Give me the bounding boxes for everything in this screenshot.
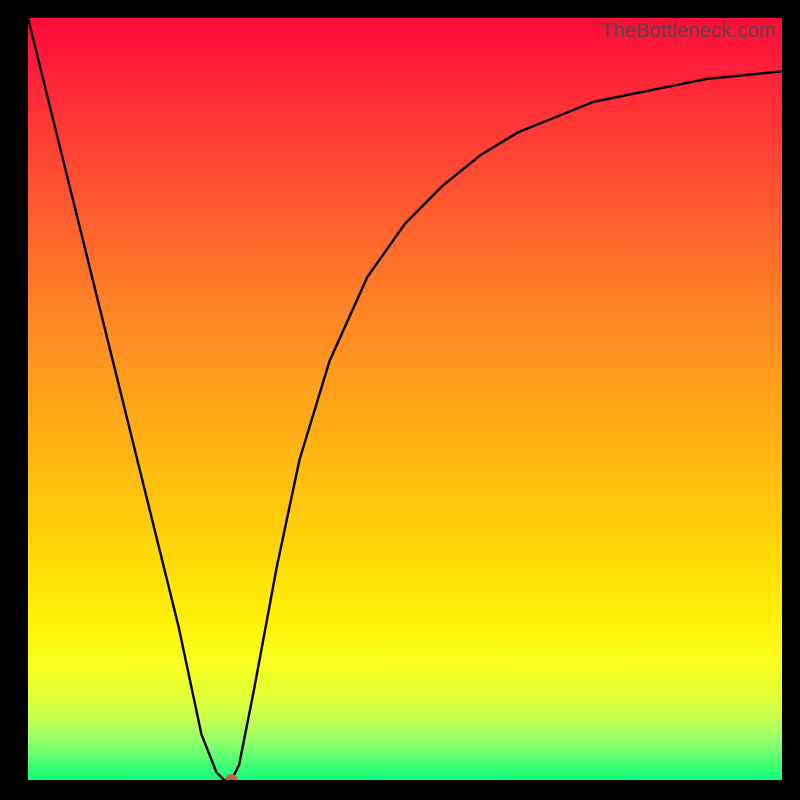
data-curve xyxy=(28,18,782,780)
plot-area: TheBottleneck.com xyxy=(28,18,782,780)
chart-frame: TheBottleneck.com xyxy=(0,0,800,800)
